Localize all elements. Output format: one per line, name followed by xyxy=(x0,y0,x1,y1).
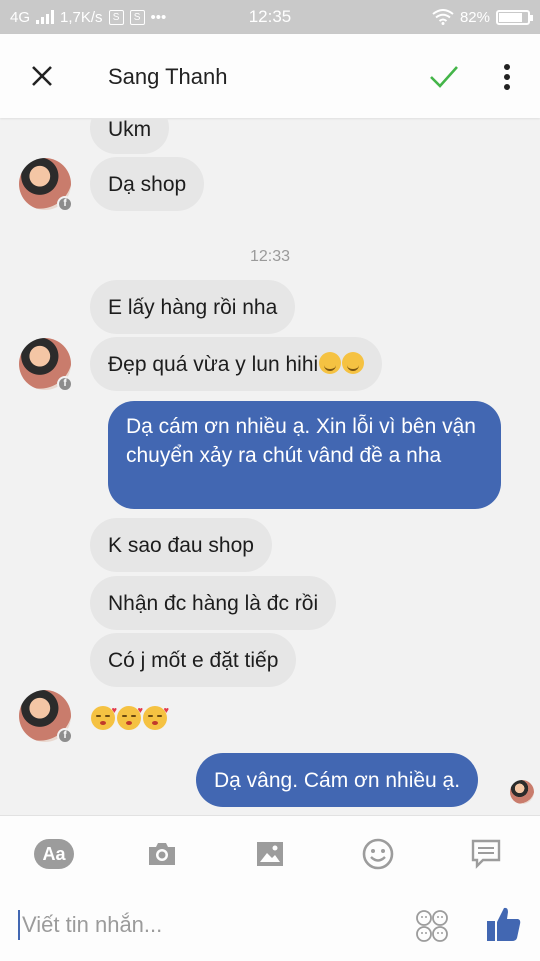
messenger-badge-icon: f xyxy=(57,376,73,392)
kissing-face-emoji-icon: ♥ xyxy=(117,705,143,730)
message-bubble-incoming[interactable]: Ukm xyxy=(90,118,170,154)
message-timestamp: 12:33 xyxy=(249,248,291,265)
battery-percent: 82% xyxy=(459,8,490,26)
stickers-button[interactable] xyxy=(414,908,450,944)
text-format-button[interactable]: Aa xyxy=(34,834,74,874)
more-options-button[interactable] xyxy=(496,62,518,92)
message-bubble-outgoing[interactable]: Dạ vâng. Cám ơn nhiều ạ. xyxy=(196,753,479,807)
wifi-icon xyxy=(432,9,454,25)
quick-replies-button[interactable] xyxy=(466,834,506,874)
message-bubble-incoming[interactable]: Có j mốt e đặt tiếp xyxy=(90,633,297,687)
messenger-badge-icon: f xyxy=(57,728,73,744)
status-right: 82% xyxy=(432,8,533,26)
contact-name[interactable]: Sang Thanh xyxy=(108,64,227,90)
close-button[interactable] xyxy=(28,62,56,90)
message-bubble-incoming[interactable]: Nhận đc hàng là đc rồi xyxy=(90,576,337,630)
more-vertical-icon xyxy=(504,64,510,90)
message-bubble-incoming[interactable]: Đẹp quá vừa y lun hihi xyxy=(90,337,383,391)
chat-bubble-icon xyxy=(471,839,501,869)
smiling-face-emoji-icon xyxy=(342,352,365,374)
check-icon xyxy=(430,66,458,88)
close-icon xyxy=(32,66,52,86)
thumbs-up-icon xyxy=(487,907,521,941)
avatar[interactable]: f xyxy=(19,158,73,212)
signal-icon xyxy=(36,10,55,24)
camera-icon xyxy=(149,843,175,865)
status-bar: 4G 1,7K/s S S ••• 12:35 82% xyxy=(0,0,540,34)
gallery-button[interactable] xyxy=(250,834,290,874)
emoji-button[interactable] xyxy=(358,834,398,874)
network-label: 4G xyxy=(10,8,31,26)
camera-button[interactable] xyxy=(142,834,182,874)
read-receipt-avatar xyxy=(510,780,534,804)
avatar[interactable]: f xyxy=(19,690,73,744)
notification-s-icon: S xyxy=(108,9,124,25)
message-bubble-incoming[interactable]: K sao đau shop xyxy=(90,518,272,572)
done-button[interactable] xyxy=(428,62,460,92)
battery-icon xyxy=(496,9,533,25)
messenger-badge-icon: f xyxy=(57,196,73,212)
like-button[interactable] xyxy=(484,904,524,944)
notification-s-icon: S xyxy=(129,9,145,25)
aa-label: Aa xyxy=(34,839,74,869)
message-composer[interactable] xyxy=(18,906,398,946)
kissing-face-emoji-icon: ♥ xyxy=(91,705,117,730)
avatar[interactable]: f xyxy=(19,338,73,392)
message-input[interactable] xyxy=(22,908,392,942)
composer-toolbar: Aa xyxy=(0,815,540,961)
kissing-face-emoji-icon: ♥ xyxy=(143,705,169,730)
text-cursor xyxy=(18,910,20,940)
emoji-message[interactable]: ♥ ♥ ♥ xyxy=(91,705,169,730)
stickers-icon xyxy=(416,910,448,942)
message-text: Đẹp quá vừa y lun hihi xyxy=(108,353,319,376)
status-left: 4G 1,7K/s S S ••• xyxy=(10,9,166,26)
message-list[interactable]: Ukm f Dạ shop 12:33 E lấy hàng rồi nha f… xyxy=(0,118,540,815)
more-notifications-icon: ••• xyxy=(150,8,167,26)
message-bubble-outgoing[interactable]: Dạ cám ơn nhiều ạ. Xin lỗi vì bên vận ch… xyxy=(108,401,501,509)
network-speed: 1,7K/s xyxy=(60,8,103,26)
image-icon xyxy=(257,842,283,866)
smiling-face-emoji-icon xyxy=(319,352,342,374)
message-bubble-incoming[interactable]: E lấy hàng rồi nha xyxy=(90,280,296,334)
message-bubble-incoming[interactable]: Dạ shop xyxy=(90,157,205,211)
smiley-icon xyxy=(362,838,394,870)
conversation-header: Sang Thanh xyxy=(0,34,540,118)
